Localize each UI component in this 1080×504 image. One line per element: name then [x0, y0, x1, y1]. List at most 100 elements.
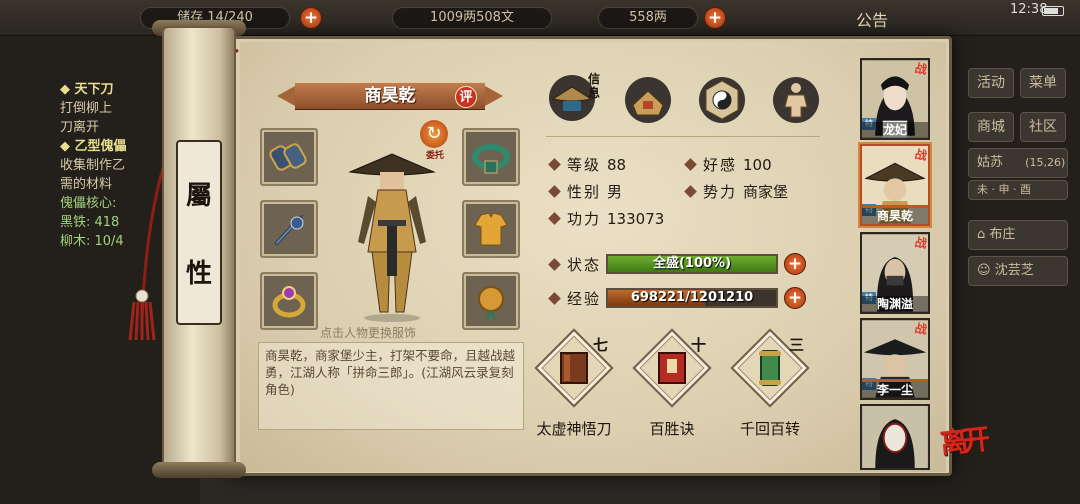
tab-inventory[interactable] [622, 74, 674, 126]
diamond-bullet-icon [548, 158, 561, 171]
equipment-slot-belt[interactable] [462, 128, 520, 186]
exp-bar: 698221/1201210 [606, 288, 778, 308]
roster-card[interactable]: 战 特 龙妃 [860, 58, 930, 140]
stat-faction: 势力 商家堡 [684, 181, 789, 202]
roster-card[interactable] [860, 404, 930, 470]
red-book-icon [658, 352, 686, 384]
add-storage-button[interactable]: + [300, 7, 322, 29]
stat-gender-value: 男 [607, 183, 623, 201]
stat-gender-label: 性别 [567, 183, 602, 201]
menu-button[interactable]: 菜单 [1020, 68, 1066, 98]
diamond-bullet-icon [684, 158, 697, 171]
entrust-label: 委托 [425, 151, 444, 161]
weapon-icon [274, 214, 304, 246]
roster-card[interactable]: 战 特 陶渊溢 [860, 232, 930, 314]
battery-icon [1042, 6, 1064, 16]
community-button[interactable]: 社区 [1020, 112, 1066, 142]
stat-faction-value: 商家堡 [743, 183, 789, 201]
entrust-button[interactable]: ↻ 委托 [420, 120, 450, 161]
character-figure[interactable] [342, 142, 442, 322]
stat-state: 状态 [548, 254, 601, 275]
banner-tail-left [277, 86, 295, 106]
state-bar-text: 全盛(100%) [652, 256, 732, 271]
skill-level: 十 [690, 336, 706, 354]
leave-button[interactable]: 离开 [938, 418, 986, 462]
stat-level-label: 等级 [567, 156, 602, 174]
character-bio: 商昊乾，商家堡少主，打架不要命，且越战越勇，江湖人称「拼命三郎」。(江湖风云录复… [258, 342, 524, 430]
npc-shen-label: 沈芸芝 [994, 263, 1034, 278]
announcement-button[interactable]: 公告 [856, 7, 888, 31]
roster-card[interactable]: 战 特 李一尘 [860, 318, 930, 400]
party-roster: 战 特 龙妃 战 特 商昊乾 战 特 陶渊溢 战 特 李一尘 [856, 54, 932, 474]
backpack-icon [625, 77, 671, 123]
money-display: 1009两508文 [392, 7, 552, 29]
add-exp-button[interactable]: + [784, 287, 806, 309]
npc-cloth-shop-label: 布庄 [989, 227, 1016, 242]
equipment-slot-weapon[interactable] [260, 200, 318, 258]
attribute-label-char-1: 屬 [185, 180, 212, 211]
pendant-icon [478, 286, 504, 320]
skill-name: 千回百转 [739, 420, 800, 438]
time-period-row: 未 · 申 · 酉 [968, 180, 1068, 200]
rate-button[interactable]: 评 [455, 86, 477, 108]
npc-shen[interactable]: ☺ 沈芸芝 [968, 256, 1068, 286]
taiji-icon [699, 77, 745, 123]
skill-slot-2[interactable]: 十 百胜诀 [632, 328, 712, 439]
stat-power: 功力 133073 [548, 208, 665, 229]
diamond-bullet-icon [548, 258, 561, 271]
skill-slot-3[interactable]: 三 千回百转 [730, 328, 810, 439]
equipment-slot-bracers[interactable] [260, 128, 318, 186]
banner-tail-right [485, 86, 503, 106]
npc-cloth-shop[interactable]: ⌂ 布庄 [968, 220, 1068, 250]
equipment-slot-ring[interactable] [260, 272, 318, 330]
stat-favor-label: 好感 [703, 156, 738, 174]
skill-slot-1[interactable]: 七 太虚神悟刀 [534, 328, 614, 439]
stat-gender: 性别 男 [548, 181, 623, 202]
tab-inner-skill[interactable] [696, 74, 748, 126]
tab-body[interactable] [770, 74, 822, 126]
roster-name: 龙妃 [862, 122, 928, 138]
location-coords: (15,26) [1025, 156, 1066, 169]
ingot-display: 558两 [598, 7, 698, 29]
location-display: 姑苏 (15,26) [968, 148, 1068, 178]
stat-power-label: 功力 [567, 210, 602, 228]
portrait-avatar [862, 406, 928, 468]
diamond-bullet-icon [548, 292, 561, 305]
character-name-banner: 商昊乾 评 [275, 82, 505, 110]
skill-name: 百胜诀 [649, 420, 695, 438]
stat-exp: 经验 [548, 288, 602, 309]
attribute-label-char-2: 性 [185, 259, 212, 290]
stat-power-value: 133073 [607, 209, 665, 228]
martial-body-icon [773, 77, 819, 123]
diamond-bullet-icon [684, 185, 697, 198]
tab-divider [546, 136, 820, 137]
diamond-bullet-icon [548, 185, 561, 198]
restore-state-button[interactable]: + [784, 253, 806, 275]
stat-level: 等级 88 [548, 154, 627, 175]
manual-book-icon [560, 352, 588, 384]
ring-icon [272, 286, 306, 318]
mall-button[interactable]: 商城 [968, 112, 1014, 142]
add-ingot-button[interactable]: + [704, 7, 726, 29]
stat-favor-value: 100 [743, 155, 772, 174]
scroll-rod-cap-bottom [152, 462, 246, 478]
stat-faction-label: 势力 [703, 183, 738, 201]
stat-favor: 好感 100 [684, 154, 772, 175]
equipment-slot-armor[interactable] [462, 200, 520, 258]
equipment-slot-accessory[interactable] [462, 272, 520, 330]
roster-name: 陶渊溢 [862, 296, 928, 312]
change-outfit-hint: 点击人物更换服饰 [320, 326, 417, 340]
stat-level-value: 88 [607, 155, 627, 174]
tab-info-label: 信息 [588, 72, 601, 100]
activity-button[interactable]: 活动 [968, 68, 1014, 98]
skill-name: 太虚神悟刀 [536, 420, 612, 438]
exp-bar-text: 698221/1201210 [630, 290, 754, 305]
roster-card-selected[interactable]: 战 特 商昊乾 [860, 144, 930, 226]
armor-icon [474, 212, 508, 246]
entrust-icon: ↻ [420, 120, 448, 148]
roster-name: 李一尘 [862, 382, 928, 398]
skill-level: 七 [592, 336, 608, 354]
belt-icon [472, 144, 510, 174]
stat-exp-label: 经验 [567, 290, 602, 308]
skill-level: 三 [788, 336, 804, 354]
